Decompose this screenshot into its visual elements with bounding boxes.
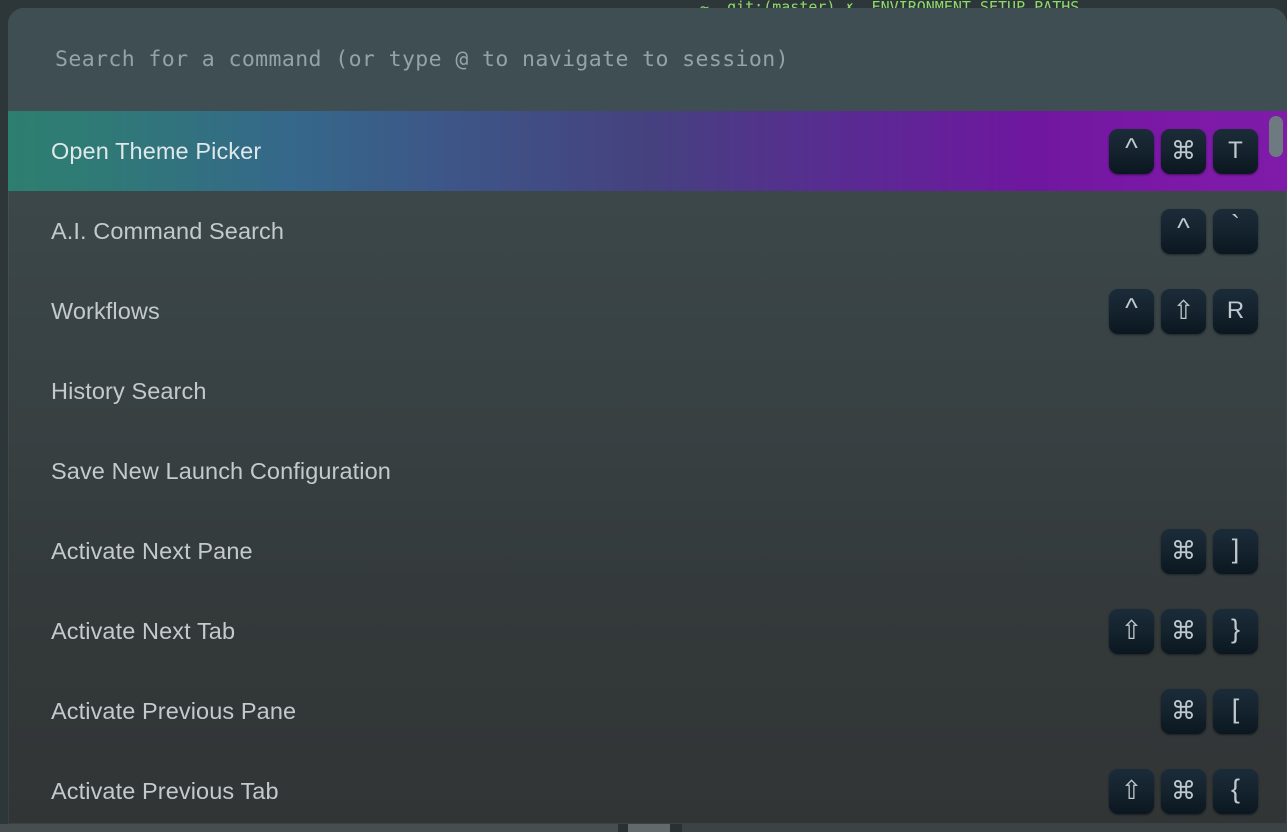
window-bottom-strip — [0, 824, 1287, 832]
command-key-icon: ⌘ — [1161, 689, 1206, 734]
command-key-icon: ⌘ — [1161, 609, 1206, 654]
command-row-activate-previous-tab[interactable]: Activate Previous Tab ⇧⌘{ — [8, 751, 1287, 824]
letter-t-key-icon: T — [1213, 129, 1258, 174]
command-row-a-i-command-search[interactable]: A.I. Command Search ^` — [8, 191, 1287, 271]
command-row-label: Workflows — [51, 298, 160, 325]
brace-left-key-icon: { — [1213, 769, 1258, 814]
search-input[interactable] — [55, 47, 1257, 72]
command-palette-search-row[interactable] — [8, 8, 1287, 111]
shift-key-icon: ⇧ — [1109, 769, 1154, 814]
bottom-strip-segment — [682, 824, 1287, 832]
shift-key-icon: ⇧ — [1109, 609, 1154, 654]
command-row-open-theme-picker[interactable]: Open Theme Picker ^⌘T — [8, 111, 1287, 191]
shift-key-icon: ⇧ — [1161, 289, 1206, 334]
command-row-shortcut: ^` — [1161, 209, 1258, 254]
command-row-label: Activate Next Pane — [51, 538, 253, 565]
command-row-label: Open Theme Picker — [51, 138, 261, 165]
command-row-activate-previous-pane[interactable]: Activate Previous Pane ⌘[ — [8, 671, 1287, 751]
command-row-shortcut: ^⌘T — [1109, 129, 1258, 174]
command-row-shortcut: ⇧⌘{ — [1109, 769, 1258, 814]
brace-right-key-icon: } — [1213, 609, 1258, 654]
command-row-shortcut: ⌘[ — [1161, 689, 1258, 734]
command-key-icon: ⌘ — [1161, 769, 1206, 814]
command-row-save-new-launch-configuration[interactable]: Save New Launch Configuration — [8, 431, 1287, 511]
control-key-icon: ^ — [1161, 209, 1206, 254]
command-row-activate-next-tab[interactable]: Activate Next Tab ⇧⌘} — [8, 591, 1287, 671]
command-row-shortcut: ⌘] — [1161, 529, 1258, 574]
command-row-history-search[interactable]: History Search — [8, 351, 1287, 431]
command-row-label: Activate Next Tab — [51, 618, 235, 645]
command-row-shortcut: ^⇧R — [1109, 289, 1258, 334]
backtick-key-icon: ` — [1213, 209, 1258, 254]
command-key-icon: ⌘ — [1161, 529, 1206, 574]
command-row-activate-next-pane[interactable]: Activate Next Pane ⌘] — [8, 511, 1287, 591]
command-results-list: Open Theme Picker^⌘TA.I. Command Search^… — [8, 111, 1287, 824]
command-row-shortcut: ⇧⌘} — [1109, 609, 1258, 654]
results-scrollbar-track[interactable] — [1267, 111, 1287, 824]
bracket-left-key-icon: [ — [1213, 689, 1258, 734]
command-row-label: Activate Previous Pane — [51, 698, 296, 725]
command-row-label: History Search — [51, 378, 207, 405]
command-row-label: A.I. Command Search — [51, 218, 284, 245]
bottom-strip-segment — [628, 824, 670, 832]
letter-r-key-icon: R — [1213, 289, 1258, 334]
bracket-right-key-icon: ] — [1213, 529, 1258, 574]
results-scrollbar-thumb[interactable] — [1269, 116, 1283, 157]
bottom-strip-segment — [0, 824, 618, 832]
command-row-label: Save New Launch Configuration — [51, 458, 391, 485]
command-palette: Open Theme Picker^⌘TA.I. Command Search^… — [8, 8, 1287, 824]
control-key-icon: ^ — [1109, 129, 1154, 174]
bottom-strip-segment — [670, 824, 682, 832]
command-row-label: Activate Previous Tab — [51, 778, 279, 805]
bottom-strip-segment — [618, 824, 628, 832]
control-key-icon: ^ — [1109, 289, 1154, 334]
command-row-workflows[interactable]: Workflows ^⇧R — [8, 271, 1287, 351]
command-key-icon: ⌘ — [1161, 129, 1206, 174]
